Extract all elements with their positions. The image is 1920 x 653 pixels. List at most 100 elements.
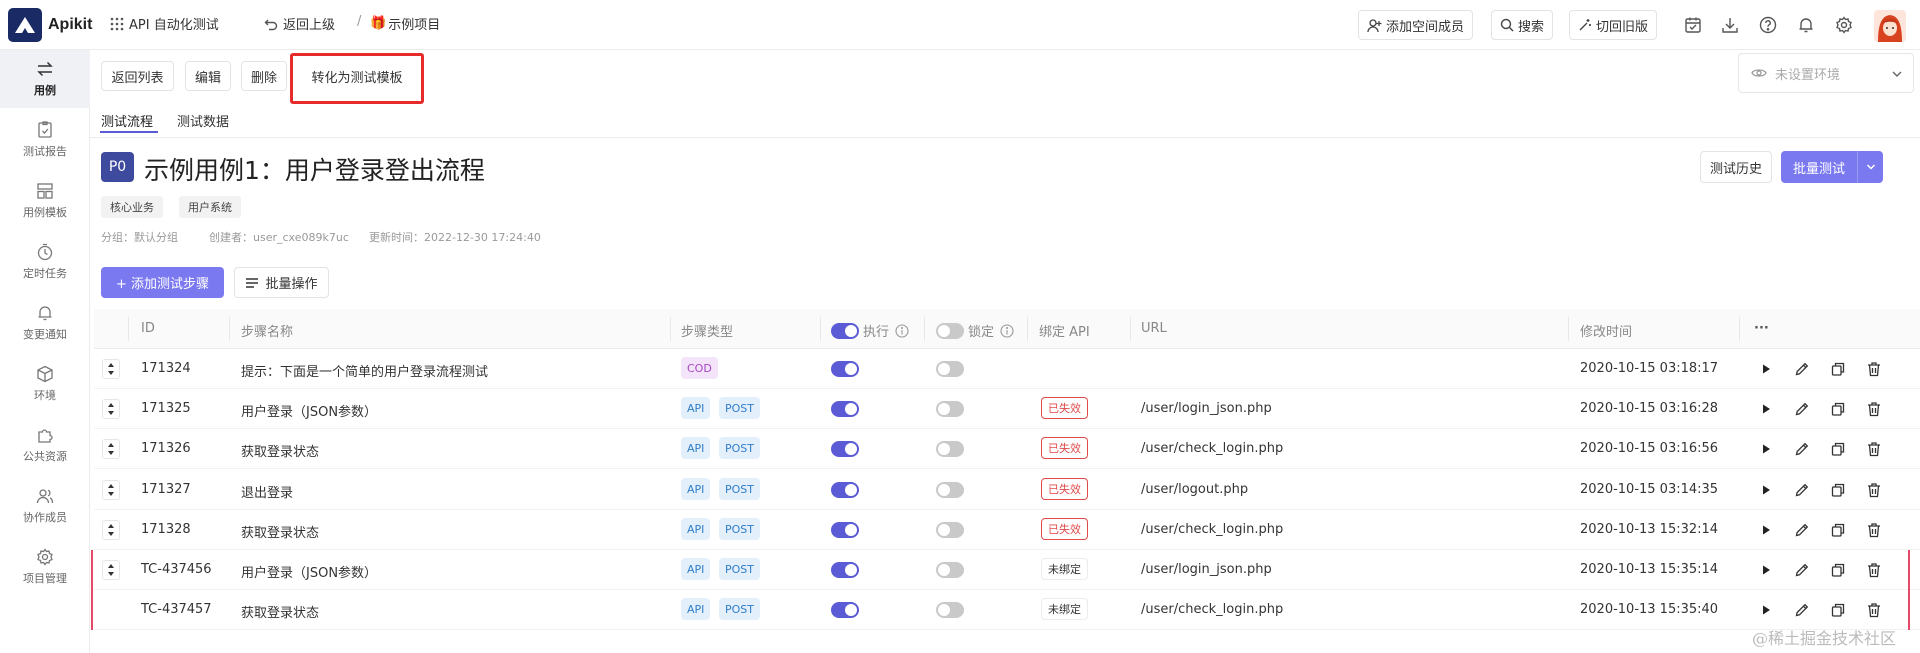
tab-test-flow[interactable]: 测试流程 <box>101 111 153 130</box>
run-icon[interactable] <box>1758 562 1774 578</box>
sidebar-item-scheduled[interactable]: 定时任务 <box>0 243 90 281</box>
trash-icon[interactable] <box>1866 482 1882 498</box>
more-options-icon[interactable]: ··· <box>1754 321 1769 336</box>
execute-all-toggle[interactable] <box>831 322 859 339</box>
back-up-link[interactable]: 返回上级 <box>264 14 335 33</box>
lock-toggle[interactable] <box>936 441 964 457</box>
run-icon[interactable] <box>1758 361 1774 377</box>
lock-toggle[interactable] <box>936 562 964 578</box>
trash-icon[interactable] <box>1866 441 1882 457</box>
table-row[interactable]: 171326 获取登录状态 API POST 已失效 /user/check_lo… <box>94 429 1920 469</box>
edit-button[interactable]: 编辑 <box>185 61 231 91</box>
run-icon[interactable] <box>1758 602 1774 618</box>
sidebar-item-cases[interactable]: 用例 <box>0 60 90 98</box>
sidebar-item-templates[interactable]: 用例模板 <box>0 182 90 220</box>
sidebar-item-notifications[interactable]: 变更通知 <box>0 304 90 342</box>
breadcrumb-project[interactable]: 🎁 示例项目 <box>370 14 440 33</box>
bell-icon[interactable] <box>1797 16 1815 34</box>
delete-button[interactable]: 删除 <box>241 61 287 91</box>
trash-icon[interactable] <box>1866 401 1882 417</box>
search-button[interactable]: 搜索 <box>1491 10 1554 40</box>
edit-icon[interactable] <box>1794 562 1810 578</box>
step-name[interactable]: 获取登录状态 <box>241 602 319 621</box>
batch-test-button[interactable]: 批量测试 <box>1781 151 1883 183</box>
execute-toggle[interactable] <box>831 482 859 498</box>
copy-icon[interactable] <box>1830 602 1846 618</box>
execute-toggle[interactable] <box>831 441 859 457</box>
table-row[interactable]: TC-437456 用户登录（JSON参数） API POST 未绑定 /user… <box>94 550 1920 590</box>
execute-toggle[interactable] <box>831 562 859 578</box>
help-icon[interactable] <box>1759 16 1777 34</box>
edit-icon[interactable] <box>1794 401 1810 417</box>
table-row[interactable]: TC-437457 获取登录状态 API POST 未绑定 /user/check… <box>94 590 1920 630</box>
column-lock[interactable]: 锁定 <box>936 321 1014 340</box>
copy-icon[interactable] <box>1830 482 1846 498</box>
table-row[interactable]: 171324 提示：下面是一个简单的用户登录流程测试 COD 2020-10-1… <box>94 349 1920 389</box>
add-test-step-button[interactable]: + 添加测试步骤 <box>101 267 224 298</box>
column-execute[interactable]: 执行 <box>831 321 909 340</box>
step-name[interactable]: 退出登录 <box>241 482 293 501</box>
edit-icon[interactable] <box>1794 522 1810 538</box>
sidebar-item-reports[interactable]: 测试报告 <box>0 121 90 159</box>
copy-icon[interactable] <box>1830 361 1846 377</box>
sidebar-item-resources[interactable]: 公共资源 <box>0 426 90 464</box>
drag-handle[interactable] <box>102 560 120 580</box>
trash-icon[interactable] <box>1866 361 1882 377</box>
logo[interactable]: Apikit <box>8 8 92 42</box>
table-row[interactable]: 171328 获取登录状态 API POST 已失效 /user/check_lo… <box>94 510 1920 550</box>
step-name[interactable]: 获取登录状态 <box>241 441 319 460</box>
edit-icon[interactable] <box>1794 482 1810 498</box>
run-icon[interactable] <box>1758 482 1774 498</box>
step-name[interactable]: 提示：下面是一个简单的用户登录流程测试 <box>241 361 488 380</box>
module-switcher[interactable]: API 自动化测试 <box>110 14 219 33</box>
settings-icon[interactable] <box>1835 16 1853 34</box>
execute-toggle[interactable] <box>831 522 859 538</box>
execute-toggle[interactable] <box>831 361 859 377</box>
drag-handle[interactable] <box>102 359 120 379</box>
sidebar-item-environment[interactable]: 环境 <box>0 365 90 403</box>
run-icon[interactable] <box>1758 401 1774 417</box>
drag-handle[interactable] <box>102 520 120 540</box>
drag-handle[interactable] <box>102 399 120 419</box>
environment-select[interactable]: 未设置环境 <box>1738 53 1914 93</box>
back-to-list-button[interactable]: 返回列表 <box>101 61 174 91</box>
lock-toggle[interactable] <box>936 401 964 417</box>
test-history-button[interactable]: 测试历史 <box>1700 151 1772 183</box>
edit-icon[interactable] <box>1794 602 1810 618</box>
bulk-operation-button[interactable]: 批量操作 <box>234 267 329 298</box>
drag-handle[interactable] <box>102 439 120 459</box>
tab-test-data[interactable]: 测试数据 <box>177 111 229 130</box>
table-row[interactable]: 171327 退出登录 API POST 已失效 /user/logout.php… <box>94 470 1920 510</box>
old-version-button[interactable]: 切回旧版 <box>1569 10 1658 40</box>
copy-icon[interactable] <box>1830 401 1846 417</box>
edit-icon[interactable] <box>1794 441 1810 457</box>
execute-toggle[interactable] <box>831 602 859 618</box>
edit-icon[interactable] <box>1794 361 1810 377</box>
invite-member-button[interactable]: 添加空间成员 <box>1358 10 1474 40</box>
batch-test-dropdown[interactable] <box>1858 162 1883 172</box>
trash-icon[interactable] <box>1866 562 1882 578</box>
lock-toggle[interactable] <box>936 602 964 618</box>
table-row[interactable]: 171325 用户登录（JSON参数） API POST 已失效 /user/lo… <box>94 389 1920 429</box>
copy-icon[interactable] <box>1830 522 1846 538</box>
drag-handle[interactable] <box>102 480 120 500</box>
sidebar-item-members[interactable]: 协作成员 <box>0 487 90 525</box>
download-icon[interactable] <box>1721 16 1739 34</box>
copy-icon[interactable] <box>1830 562 1846 578</box>
lock-toggle[interactable] <box>936 482 964 498</box>
copy-icon[interactable] <box>1830 441 1846 457</box>
step-name[interactable]: 用户登录（JSON参数） <box>241 562 377 581</box>
lock-toggle[interactable] <box>936 522 964 538</box>
sidebar-item-project-admin[interactable]: 项目管理 <box>0 548 90 586</box>
run-icon[interactable] <box>1758 522 1774 538</box>
run-icon[interactable] <box>1758 441 1774 457</box>
step-name[interactable]: 用户登录（JSON参数） <box>241 401 377 420</box>
execute-toggle[interactable] <box>831 401 859 417</box>
step-name[interactable]: 获取登录状态 <box>241 522 319 541</box>
trash-icon[interactable] <box>1866 602 1882 618</box>
calendar-icon[interactable] <box>1684 16 1702 34</box>
lock-toggle[interactable] <box>936 361 964 377</box>
trash-icon[interactable] <box>1866 522 1882 538</box>
lock-all-toggle[interactable] <box>936 322 964 339</box>
user-avatar[interactable] <box>1874 10 1906 42</box>
